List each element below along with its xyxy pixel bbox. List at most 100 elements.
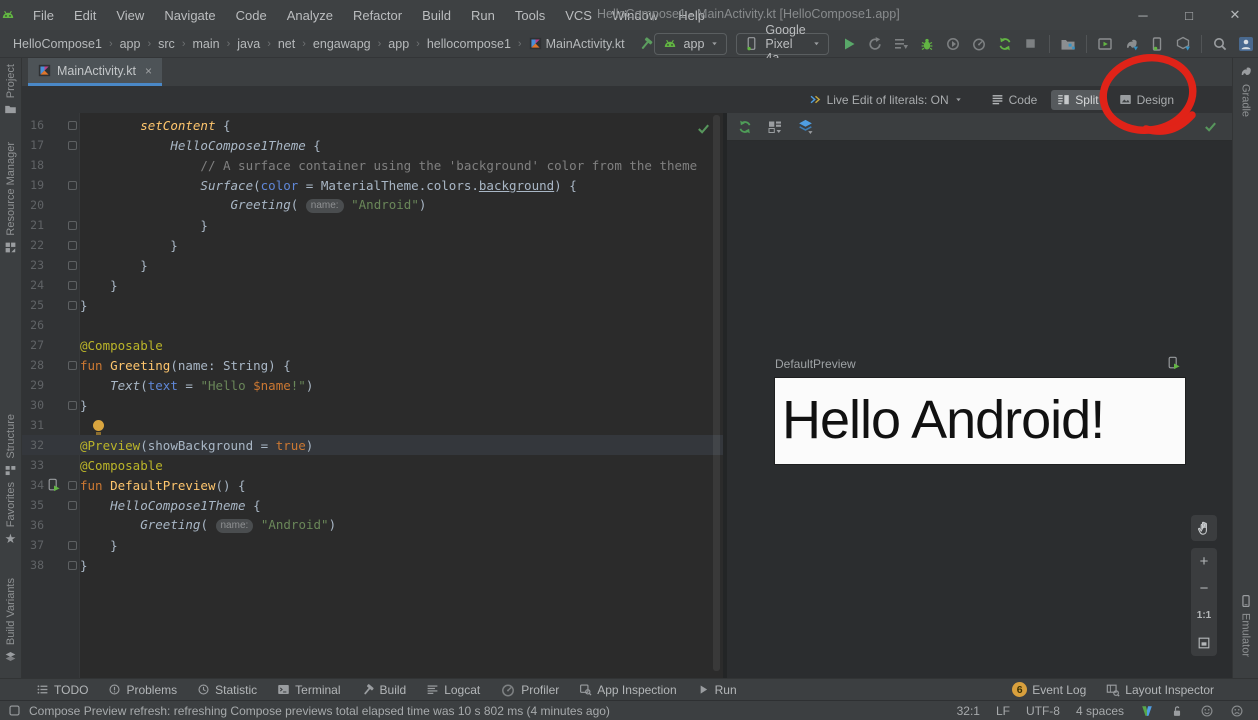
breadcrumb-file[interactable]: MainActivity.kt [526, 35, 628, 53]
tool-window-profiler[interactable]: Profiler [492, 680, 567, 700]
breadcrumb-item[interactable]: engawapg [310, 35, 374, 53]
tool-window-run[interactable]: Run [689, 681, 745, 699]
attach-debugger-icon[interactable] [942, 33, 964, 55]
breadcrumb-item[interactable]: main [189, 35, 222, 53]
tool-button-gradle[interactable]: Gradle [1233, 64, 1258, 117]
code-editor[interactable]: 16 setContent { 17 HelloCompose1Theme { … [22, 113, 723, 678]
layers-icon[interactable] [797, 118, 814, 135]
fold-marker[interactable] [68, 501, 77, 510]
menu-code[interactable]: Code [227, 4, 276, 27]
code-line-36[interactable]: 36 Greeting( name: "Android") [22, 515, 723, 535]
code-line-24[interactable]: 24 } [22, 275, 723, 295]
apply-code-icon[interactable] [890, 33, 912, 55]
fold-marker[interactable] [68, 401, 77, 410]
run-configuration-select[interactable]: app [654, 33, 728, 55]
fold-marker[interactable] [68, 561, 77, 570]
view-options-icon[interactable] [767, 119, 783, 135]
profiler-icon[interactable] [968, 33, 990, 55]
fold-marker[interactable] [68, 281, 77, 290]
minimize-button[interactable]: ─ [1120, 0, 1166, 30]
feedback-sad-icon[interactable] [1230, 704, 1244, 718]
breadcrumb-item[interactable]: net [275, 35, 298, 53]
inspection-ok-icon[interactable] [696, 121, 711, 136]
code-line-28[interactable]: 28 fun Greeting(name: String) { [22, 355, 723, 375]
menu-file[interactable]: File [24, 4, 63, 27]
refresh-preview-icon[interactable] [737, 119, 753, 135]
zoom-fit-button[interactable] [1191, 629, 1217, 656]
fold-marker[interactable] [68, 241, 77, 250]
device-select[interactable]: Google Pixel 4a [736, 33, 828, 55]
zoom-out-button[interactable]: − [1191, 575, 1217, 602]
code-line-23[interactable]: 23 } [22, 255, 723, 275]
device-manager-icon[interactable] [1146, 33, 1168, 55]
vim-mode-icon[interactable] [1140, 704, 1154, 718]
code-line-27[interactable]: 27 @Composable [22, 335, 723, 355]
tool-window-app-inspection[interactable]: App Inspection [571, 681, 684, 699]
tool-window-problems[interactable]: Problems [100, 681, 185, 699]
code-line-25[interactable]: 25 } [22, 295, 723, 315]
menu-navigate[interactable]: Navigate [155, 4, 224, 27]
running-devices-icon[interactable] [1094, 33, 1116, 55]
code-line-34[interactable]: 34 fun DefaultPreview() { [22, 475, 723, 495]
breadcrumb-item[interactable]: src [155, 35, 178, 53]
fold-marker[interactable] [68, 221, 77, 230]
menu-view[interactable]: View [107, 4, 153, 27]
tool-button-structure[interactable]: Structure [0, 414, 21, 477]
mode-design-button[interactable]: Design [1113, 90, 1180, 110]
feedback-happy-icon[interactable] [1200, 704, 1214, 718]
pan-tool-button[interactable] [1191, 515, 1217, 541]
fold-marker[interactable] [68, 301, 77, 310]
sdk-manager-icon[interactable] [1172, 33, 1194, 55]
fold-marker[interactable] [68, 121, 77, 130]
stop-icon[interactable] [1020, 33, 1042, 55]
code-line-21[interactable]: 21 } [22, 215, 723, 235]
menu-edit[interactable]: Edit [65, 4, 105, 27]
mode-split-button[interactable]: Split [1051, 90, 1104, 110]
sync-icon[interactable] [994, 33, 1016, 55]
code-line-30[interactable]: 30 } [22, 395, 723, 415]
code-line-20[interactable]: 20 Greeting( name: "Android") [22, 195, 723, 215]
caret-position[interactable]: 32:1 [957, 704, 980, 718]
tool-button-build-variants[interactable]: Build Variants [0, 578, 21, 663]
tool-window-terminal[interactable]: Terminal [269, 681, 348, 699]
tool-button-resource-manager[interactable]: Resource Manager [0, 142, 21, 254]
fold-marker[interactable] [68, 361, 77, 370]
code-line-26[interactable]: 26 [22, 315, 723, 335]
indent-indicator[interactable]: 4 spaces [1076, 704, 1124, 718]
intention-bulb-icon[interactable] [93, 420, 104, 431]
tool-window-event-log[interactable]: 6Event Log [1004, 680, 1094, 699]
code-line-35[interactable]: 35 HelloCompose1Theme { [22, 495, 723, 515]
editor-scrollbar[interactable] [713, 115, 720, 671]
encoding-indicator[interactable]: UTF-8 [1026, 704, 1060, 718]
status-message[interactable]: Compose Preview refresh: refreshing Comp… [29, 704, 610, 718]
fold-marker[interactable] [68, 261, 77, 270]
tab-mainactivity[interactable]: MainActivity.kt × [28, 58, 162, 86]
tool-button-emulator[interactable]: Emulator [1233, 594, 1258, 657]
search-icon[interactable] [1209, 33, 1231, 55]
tool-window-build[interactable]: Build [353, 681, 415, 699]
zoom-in-button[interactable]: + [1191, 548, 1217, 575]
device-file-explorer-icon[interactable] [1057, 33, 1079, 55]
mode-code-button[interactable]: Code [985, 90, 1044, 110]
live-edit-toggle[interactable]: Live Edit of literals: ON [809, 93, 963, 107]
fold-marker[interactable] [68, 181, 77, 190]
code-line-29[interactable]: 29 Text(text = "Hello $name!") [22, 375, 723, 395]
tool-window-statistic[interactable]: Statistic [189, 681, 265, 699]
debug-icon[interactable] [916, 33, 938, 55]
code-line-17[interactable]: 17 HelloCompose1Theme { [22, 135, 723, 155]
menu-vcs[interactable]: VCS [556, 4, 601, 27]
zoom-actual-button[interactable]: 1:1 [1191, 602, 1217, 629]
tool-window-logcat[interactable]: Logcat [418, 681, 488, 699]
tool-button-favorites[interactable]: Favorites ★ [0, 482, 21, 545]
preview-name-label[interactable]: DefaultPreview [775, 357, 856, 371]
run-icon[interactable] [838, 33, 860, 55]
maximize-button[interactable]: □ [1166, 0, 1212, 30]
fold-marker[interactable] [68, 541, 77, 550]
fold-marker[interactable] [68, 481, 77, 490]
tool-window-layout-inspector[interactable]: Layout Inspector [1098, 681, 1222, 699]
run-preview-icon[interactable] [1167, 356, 1181, 370]
code-line-22[interactable]: 22 } [22, 235, 723, 255]
tool-window-todo[interactable]: TODO [28, 681, 96, 699]
avatar-icon[interactable] [1235, 33, 1257, 55]
code-line-32[interactable]: 32 @Preview(showBackground = true) [22, 435, 723, 455]
